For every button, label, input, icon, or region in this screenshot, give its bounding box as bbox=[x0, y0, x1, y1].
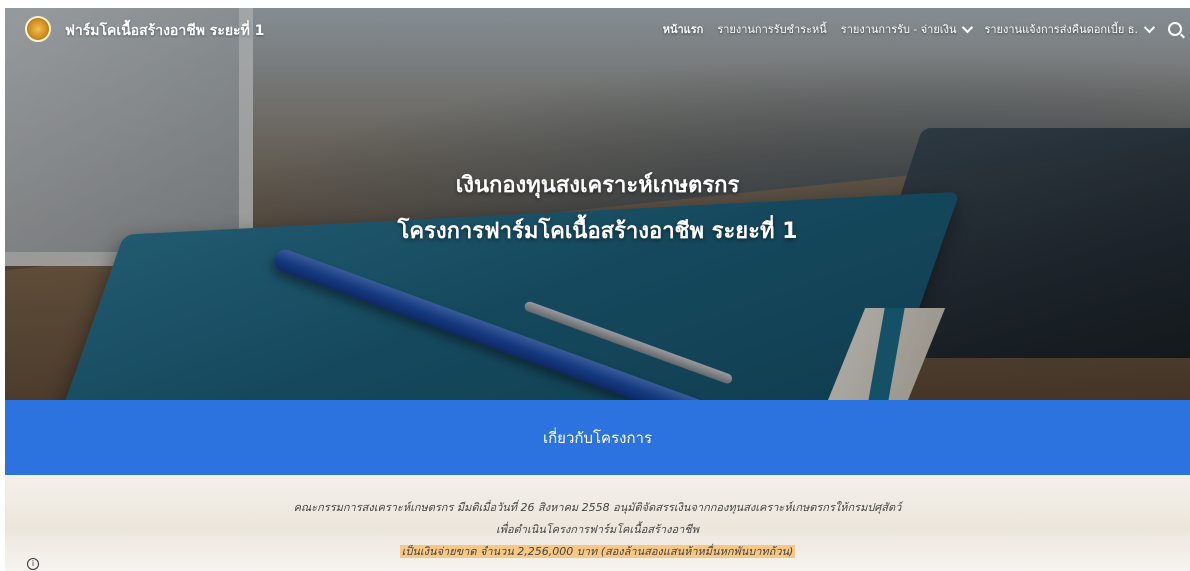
info-text-line1: คณะกรรมการสงเคราะห์เกษตรกร มีมติเมื่อวัน… bbox=[293, 501, 902, 514]
about-title: เกี่ยวกับโครงการ bbox=[542, 428, 653, 447]
nav-item-home[interactable]: หน้าแรก bbox=[663, 20, 704, 38]
nav-item-debt-report[interactable]: รายงานการรับชำระหนี้ bbox=[717, 20, 826, 38]
search-icon[interactable] bbox=[1168, 22, 1182, 36]
hero-title-line1: เงินกองทุนสงเคราะห์เกษตรกร bbox=[455, 173, 740, 198]
about-section-header: เกี่ยวกับโครงการ bbox=[5, 400, 1190, 475]
nav-item-income-expense-report[interactable]: รายงานการรับ - จ่ายเงิน bbox=[840, 20, 974, 38]
hero-title-line2: โครงการฟาร์มโคเนื้อสร้างอาชีพ ระยะที่ 1 bbox=[397, 219, 798, 244]
hero-titles: เงินกองทุนสงเคราะห์เกษตรกร โครงการฟาร์มโ… bbox=[5, 163, 1190, 255]
nav-item-label: รายงานการรับ - จ่ายเงิน bbox=[840, 23, 957, 36]
nav-item-label: หน้าแรก bbox=[662, 23, 704, 36]
nav-item-label: รายงานการรับชำระหนี้ bbox=[717, 23, 827, 36]
hero-banner: ฟาร์มโคเนื้อสร้างอาชีพ ระยะที่ 1 หน้าแรก… bbox=[5, 8, 1190, 400]
chevron-down-icon bbox=[962, 21, 974, 34]
info-text-line2: เพื่อดำเนินโครงการฟาร์มโคเนื้อสร้างอาชีพ bbox=[496, 523, 699, 536]
info-highlight-amount: เป็นเงินจ่ายขาด จำนวน 2,256,000 บาท (สอง… bbox=[399, 545, 796, 558]
info-icon[interactable]: i bbox=[27, 558, 39, 570]
nav-menu: หน้าแรก รายงานการรับชำระหนี้ รายงานการรั… bbox=[663, 20, 1182, 38]
top-nav: ฟาร์มโคเนื้อสร้างอาชีพ ระยะที่ 1 หน้าแรก… bbox=[5, 8, 1190, 52]
info-text-line3: เป็นเงินจ่ายขาด จำนวน 2,256,000 บาท (สอง… bbox=[5, 541, 1190, 563]
chevron-down-icon bbox=[1143, 21, 1156, 34]
nav-item-label: รายงานแจ้งการส่งคืนดอกเบี้ย ธ. bbox=[984, 23, 1138, 36]
nav-item-interest-return-report[interactable]: รายงานแจ้งการส่งคืนดอกเบี้ย ธ. bbox=[984, 20, 1156, 38]
site-title[interactable]: ฟาร์มโคเนื้อสร้างอาชีพ ระยะที่ 1 bbox=[65, 20, 264, 42]
site-logo[interactable] bbox=[25, 16, 51, 42]
project-info-section: คณะกรรมการสงเคราะห์เกษตรกร มีมติเมื่อวัน… bbox=[5, 475, 1190, 571]
